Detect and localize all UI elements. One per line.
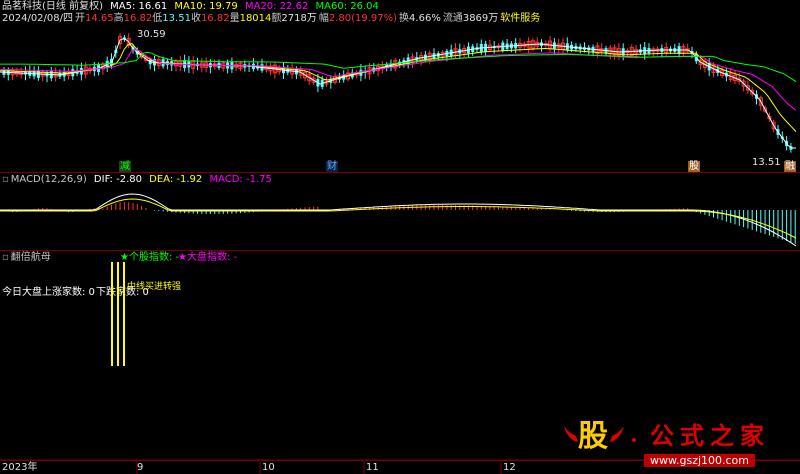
watermark-logo: 股 公式之家 www.gszj100.com [560, 418, 800, 470]
dif-line [0, 193, 797, 247]
candlestick-series [2, 33, 793, 153]
ma-line [0, 38, 796, 149]
ma-line [0, 51, 797, 83]
macd-chart [0, 193, 797, 247]
logo-name: 公式之家 [650, 422, 770, 450]
moving-average-lines [0, 38, 797, 149]
dea-line [0, 198, 797, 239]
chart-canvas[interactable] [0, 0, 800, 474]
indicator-bars [111, 262, 125, 366]
logo-symbol: 股 [578, 419, 608, 454]
logo-url[interactable]: www.gszj100.com [644, 454, 756, 467]
